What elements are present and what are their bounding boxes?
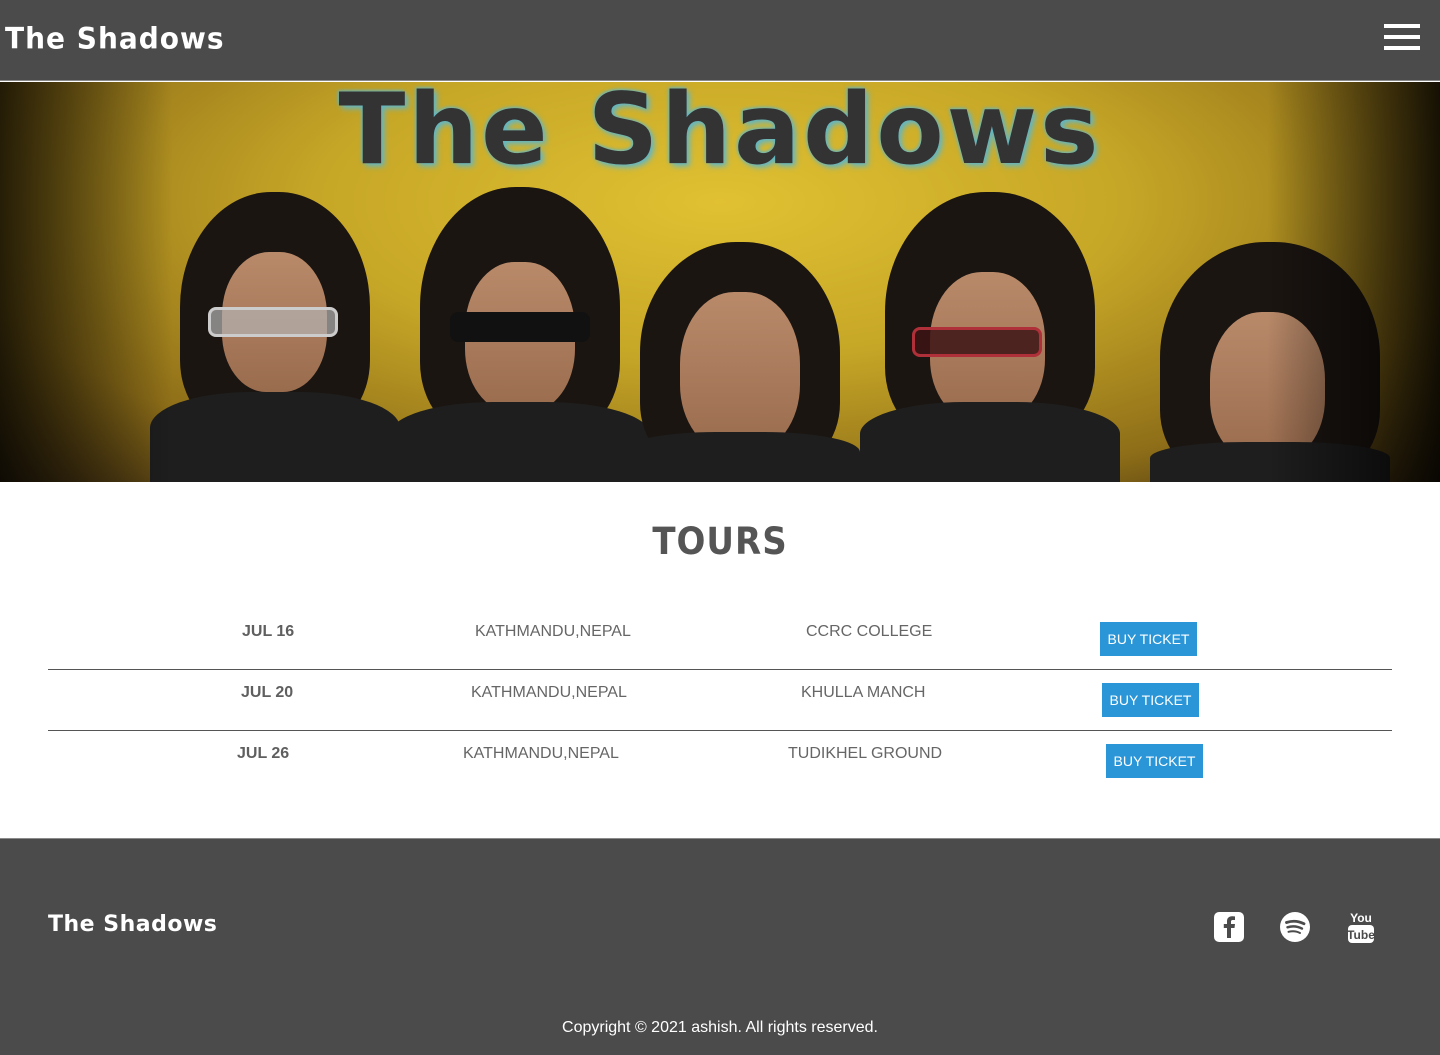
tour-date: JUL 20 <box>241 684 294 701</box>
brand-logo[interactable]: The Shadows <box>5 21 225 56</box>
hero-title: The Shadows <box>338 82 1102 187</box>
top-navbar: The Shadows <box>0 0 1440 81</box>
facebook-icon[interactable] <box>1213 911 1245 943</box>
buy-ticket-button[interactable]: BUY TICKET <box>1102 683 1199 717</box>
tour-venue: KHULLA MANCH <box>801 684 926 701</box>
tour-venue: CCRC COLLEGE <box>806 623 933 640</box>
tour-row: JUL 16 KATHMANDU,NEPAL CCRC COLLEGE BUY … <box>48 609 1392 670</box>
svg-text:Tube: Tube <box>1347 928 1375 942</box>
buy-ticket-button[interactable]: BUY TICKET <box>1100 622 1197 656</box>
tour-location: KATHMANDU,NEPAL <box>471 684 627 701</box>
tour-row: JUL 26 KATHMANDU,NEPAL TUDIKHEL GROUND B… <box>48 731 1392 792</box>
tour-venue: TUDIKHEL GROUND <box>788 745 943 762</box>
svg-text:You: You <box>1350 911 1372 925</box>
tour-location: KATHMANDU,NEPAL <box>463 745 619 762</box>
youtube-icon[interactable]: You Tube <box>1346 909 1376 945</box>
footer-brand-logo[interactable]: The Shadows <box>48 912 217 937</box>
buy-ticket-button[interactable]: BUY TICKET <box>1106 744 1203 778</box>
tour-date: JUL 26 <box>237 745 290 762</box>
hamburger-menu-icon[interactable] <box>1384 24 1420 52</box>
tour-date: JUL 16 <box>242 623 295 640</box>
tours-heading: TOURS <box>652 520 788 564</box>
site-footer: The Shadows You Tube Copyright © 2021 as… <box>0 838 1440 1055</box>
tour-location: KATHMANDU,NEPAL <box>475 623 631 640</box>
spotify-icon[interactable] <box>1279 911 1311 943</box>
tour-row: JUL 20 KATHMANDU,NEPAL KHULLA MANCH BUY … <box>48 670 1392 731</box>
hero-banner: The Shadows <box>0 82 1440 482</box>
copyright-text: Copyright © 2021 ashish. All rights rese… <box>562 1019 878 1036</box>
